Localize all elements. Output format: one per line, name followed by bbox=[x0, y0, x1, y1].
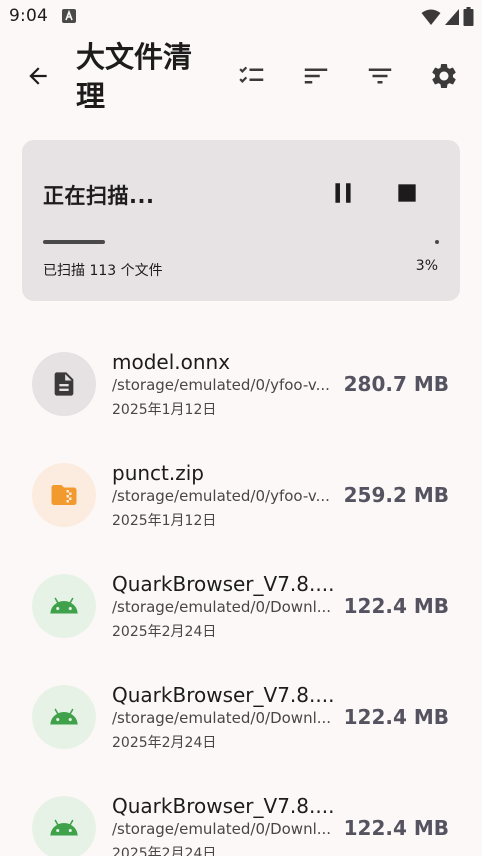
file-size: 122.4 MB bbox=[343, 594, 449, 618]
file-list-item[interactable]: QuarkBrowser_V7.8.... /storage/emulated/… bbox=[0, 772, 482, 856]
filter-button[interactable] bbox=[362, 58, 398, 94]
android-icon bbox=[50, 708, 78, 725]
scan-progress-bar bbox=[43, 240, 439, 244]
checklist-icon bbox=[239, 66, 264, 83]
scan-progress-card: 正在扫描... 已扫描 113 个文件 3% bbox=[22, 140, 460, 301]
file-date: 2025年2月24日 bbox=[112, 846, 217, 856]
file-date: 2025年1月12日 bbox=[112, 513, 217, 529]
file-path: /storage/emulated/0/Downl... bbox=[112, 598, 332, 616]
file-name: QuarkBrowser_V7.8.... bbox=[112, 794, 335, 818]
android-icon bbox=[50, 597, 78, 614]
signal-icon bbox=[445, 8, 459, 25]
sort-icon bbox=[304, 68, 328, 84]
file-list-item[interactable]: QuarkBrowser_V7.8.... /storage/emulated/… bbox=[0, 661, 482, 772]
large-file-cleanup-screen: 9:04 大文件清理 正在扫描... 已扫描 113 个文件 3% model.… bbox=[0, 0, 482, 856]
back-button[interactable] bbox=[22, 60, 54, 92]
file-type-icon-badge bbox=[32, 796, 96, 856]
file-size: 280.7 MB bbox=[343, 372, 449, 396]
status-time: 9:04 bbox=[9, 6, 48, 26]
file-size: 122.4 MB bbox=[343, 816, 449, 840]
file-type-icon-badge bbox=[32, 352, 96, 416]
wifi-icon bbox=[421, 9, 441, 25]
file-date: 2025年1月12日 bbox=[112, 402, 217, 418]
settings-button[interactable] bbox=[426, 58, 462, 94]
zip-folder-icon bbox=[51, 485, 77, 505]
file-name: QuarkBrowser_V7.8.... bbox=[112, 683, 335, 707]
file-name: QuarkBrowser_V7.8.... bbox=[112, 572, 335, 596]
battery-icon bbox=[463, 7, 474, 26]
document-icon bbox=[54, 372, 74, 396]
file-size: 259.2 MB bbox=[343, 483, 449, 507]
progress-end-dot bbox=[435, 240, 439, 244]
stop-button[interactable] bbox=[392, 178, 422, 208]
file-name: model.onnx bbox=[112, 350, 231, 374]
android-icon bbox=[50, 819, 78, 836]
sort-button[interactable] bbox=[298, 58, 334, 94]
back-arrow-icon bbox=[29, 67, 47, 85]
notification-a-icon bbox=[62, 9, 76, 23]
file-path: /storage/emulated/0/yfoo-v... bbox=[112, 376, 330, 394]
file-path: /storage/emulated/0/Downl... bbox=[112, 820, 332, 838]
stop-icon bbox=[398, 184, 416, 202]
scanned-count-text: 已扫描 113 个文件 bbox=[43, 263, 163, 279]
file-list-item[interactable]: model.onnx /storage/emulated/0/yfoo-v...… bbox=[0, 328, 482, 439]
page-title: 大文件清理 bbox=[76, 40, 193, 113]
status-icons bbox=[421, 7, 474, 26]
file-date: 2025年2月24日 bbox=[112, 624, 217, 640]
file-list-item[interactable]: QuarkBrowser_V7.8.... /storage/emulated/… bbox=[0, 550, 482, 661]
pause-button[interactable] bbox=[328, 178, 358, 208]
file-path: /storage/emulated/0/yfoo-v... bbox=[112, 487, 330, 505]
file-type-icon-badge bbox=[32, 685, 96, 749]
file-list-item[interactable]: punct.zip /storage/emulated/0/yfoo-v... … bbox=[0, 439, 482, 550]
file-date: 2025年2月24日 bbox=[112, 735, 217, 751]
scan-percent-text: 3% bbox=[415, 258, 438, 274]
file-type-icon-badge bbox=[32, 574, 96, 638]
status-bar: 9:04 bbox=[0, 0, 482, 34]
file-list: model.onnx /storage/emulated/0/yfoo-v...… bbox=[0, 328, 482, 856]
app-bar: 大文件清理 bbox=[0, 34, 482, 124]
filter-icon bbox=[368, 68, 392, 84]
file-size: 122.4 MB bbox=[343, 705, 449, 729]
pause-icon bbox=[335, 183, 351, 203]
progress-fill bbox=[43, 240, 105, 244]
scan-status-title: 正在扫描... bbox=[43, 184, 155, 208]
settings-gear-icon bbox=[432, 63, 456, 88]
select-all-button[interactable] bbox=[234, 58, 270, 94]
file-path: /storage/emulated/0/Downl... bbox=[112, 709, 332, 727]
file-name: punct.zip bbox=[112, 461, 204, 485]
file-type-icon-badge bbox=[32, 463, 96, 527]
